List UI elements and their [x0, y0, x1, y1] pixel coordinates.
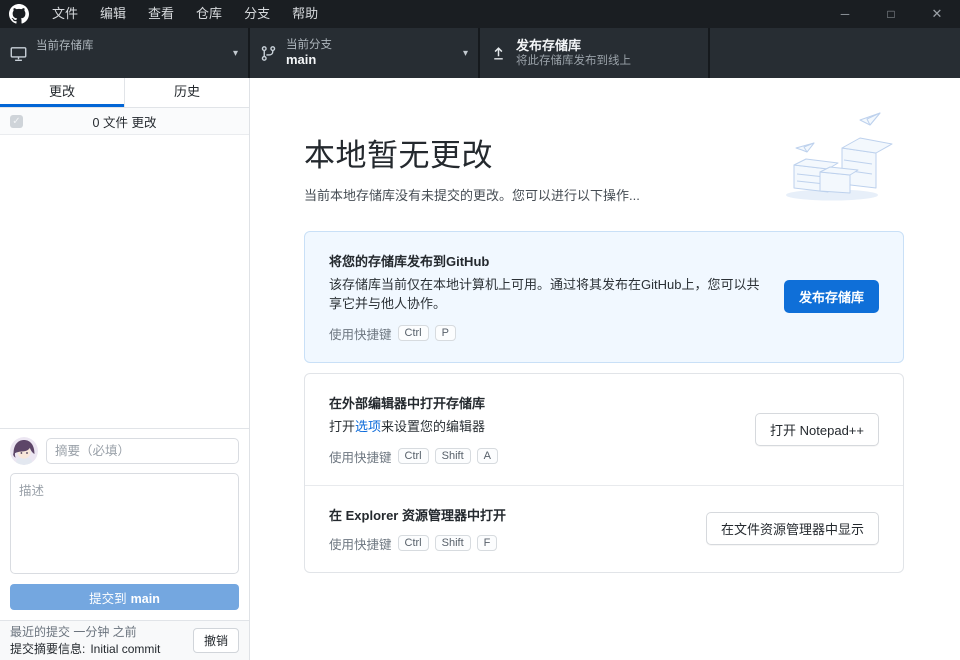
- maximize-icon[interactable]: □: [868, 0, 914, 28]
- commit-button[interactable]: 提交到 main: [10, 584, 239, 610]
- current-repository-dropdown[interactable]: 当前存储库 ▾: [0, 28, 250, 78]
- branch-icon: [260, 45, 277, 62]
- menu-help[interactable]: 帮助: [281, 0, 329, 28]
- open-explorer-title: 在 Explorer 资源管理器中打开: [329, 505, 688, 524]
- commit-summary-input[interactable]: [46, 438, 239, 464]
- options-link[interactable]: 选项: [355, 419, 381, 434]
- publish-repository-subtitle: 将此存储库发布到线上: [516, 54, 698, 68]
- kbd-key: P: [435, 325, 456, 341]
- menu-edit[interactable]: 编辑: [89, 0, 137, 28]
- commit-form: 提交到 main: [0, 428, 249, 620]
- menu-branch[interactable]: 分支: [233, 0, 281, 28]
- toolbar: 当前存储库 ▾ 当前分支 main ▾ 发布存储库 将此存储库发布到线上: [0, 28, 960, 78]
- window-controls: ─ □ ✕: [822, 0, 960, 28]
- files-changed-count: 0 文件 更改: [0, 112, 249, 131]
- open-actions-card: 在外部编辑器中打开存储库 打开选项来设置您的编辑器 使用快捷键 Ctrl Shi…: [304, 373, 904, 573]
- close-icon[interactable]: ✕: [914, 0, 960, 28]
- publish-repository-title: 发布存储库: [516, 38, 698, 54]
- chevron-down-icon: ▾: [233, 48, 238, 59]
- tab-changes[interactable]: 更改: [0, 78, 124, 107]
- current-repository-label: 当前存储库: [36, 39, 227, 53]
- main-content: 本地暂无更改 当前本地存储库没有未提交的更改。您可以进行以下操作... 将您的存…: [250, 78, 960, 660]
- show-in-explorer-button[interactable]: 在文件资源管理器中显示: [706, 512, 879, 545]
- recent-commit-time: 最近的提交 一分钟 之前: [10, 624, 193, 640]
- empty-state-illustration: [764, 108, 904, 208]
- publish-card: 将您的存储库发布到GitHub 该存储库当前仅在本地计算机上可用。通过将其发布在…: [304, 231, 904, 363]
- open-editor-body-suffix: 来设置您的编辑器: [381, 419, 485, 434]
- publish-card-title: 将您的存储库发布到GitHub: [329, 251, 766, 270]
- commit-summary-value: Initial commit: [90, 642, 160, 656]
- kbd-key: Ctrl: [398, 535, 429, 551]
- commit-button-label: 提交到: [89, 592, 127, 606]
- kbd-key: Shift: [435, 448, 471, 464]
- upload-icon: [490, 45, 507, 62]
- menu-view[interactable]: 查看: [137, 0, 185, 28]
- publish-repository-toolbar-button[interactable]: 发布存储库 将此存储库发布到线上: [480, 28, 710, 78]
- files-changed-row: ✓ 0 文件 更改: [0, 108, 249, 135]
- github-logo-icon: [9, 4, 29, 24]
- current-branch-name: main: [286, 52, 457, 68]
- chevron-down-icon: ▾: [463, 48, 468, 59]
- commit-summary-label: 提交摘要信息:: [10, 642, 85, 656]
- current-branch-label: 当前分支: [286, 38, 457, 52]
- computer-icon: [10, 45, 27, 62]
- kbd-key: Ctrl: [398, 325, 429, 341]
- undo-button[interactable]: 撤销: [193, 628, 239, 653]
- menu-file[interactable]: 文件: [41, 0, 89, 28]
- publish-repository-button[interactable]: 发布存储库: [784, 280, 879, 313]
- kbd-key: A: [477, 448, 498, 464]
- toolbar-spacer: [710, 28, 960, 78]
- kbd-key: Ctrl: [398, 448, 429, 464]
- open-editor-body-prefix: 打开: [329, 419, 355, 434]
- minimize-icon[interactable]: ─: [822, 0, 868, 28]
- avatar: [10, 437, 38, 465]
- kbd-key: Shift: [435, 535, 471, 551]
- changed-files-list: [0, 135, 249, 428]
- tab-history[interactable]: 历史: [124, 78, 249, 107]
- sidebar-tabs: 更改 历史: [0, 78, 249, 108]
- sidebar: 更改 历史 ✓ 0 文件 更改: [0, 78, 250, 660]
- shortcut-label: 使用快捷键: [329, 324, 392, 343]
- commit-button-branch: main: [131, 592, 160, 606]
- kbd-key: F: [477, 535, 498, 551]
- menu-repository[interactable]: 仓库: [185, 0, 233, 28]
- commit-description-input[interactable]: [10, 473, 239, 574]
- shortcut-label: 使用快捷键: [329, 447, 392, 466]
- shortcut-label: 使用快捷键: [329, 534, 392, 553]
- current-branch-dropdown[interactable]: 当前分支 main ▾: [250, 28, 480, 78]
- recent-commit-bar: 最近的提交 一分钟 之前 提交摘要信息: Initial commit 撤销: [0, 620, 249, 660]
- publish-card-body: 该存储库当前仅在本地计算机上可用。通过将其发布在GitHub上，您可以共享它并与…: [329, 276, 766, 314]
- open-editor-title: 在外部编辑器中打开存储库: [329, 393, 737, 412]
- open-editor-button[interactable]: 打开 Notepad++: [755, 413, 879, 446]
- menu-bar: 文件 编辑 查看 仓库 分支 帮助: [41, 0, 329, 28]
- title-bar: 文件 编辑 查看 仓库 分支 帮助 ─ □ ✕: [0, 0, 960, 28]
